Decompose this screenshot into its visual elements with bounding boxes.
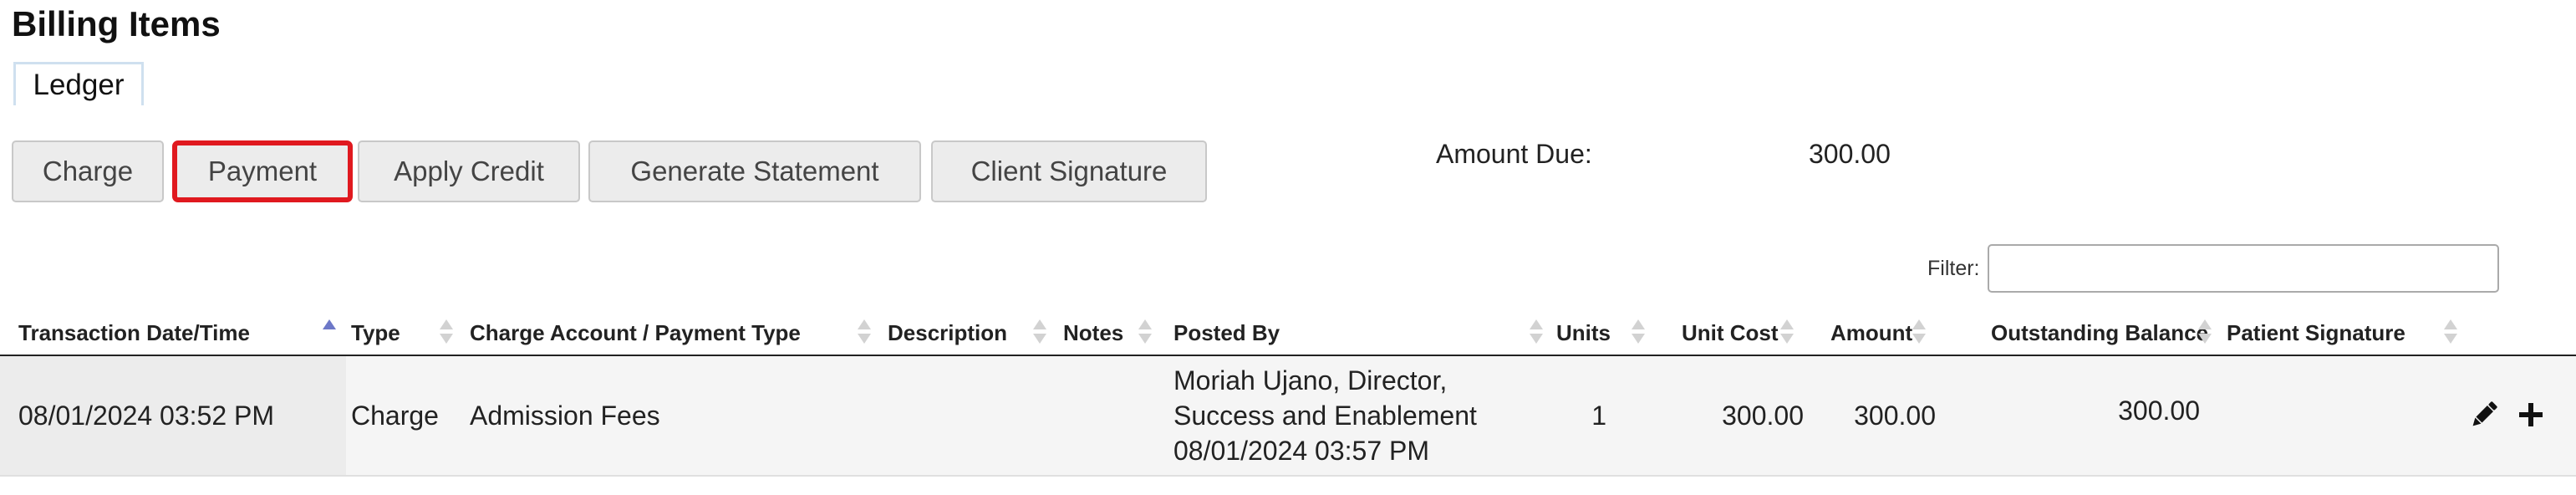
billing-items-page: Billing Items Ledger Charge Payment Appl… <box>0 0 2576 495</box>
cell-unit-cost: 300.00 <box>1722 401 1804 431</box>
sort-icon[interactable] <box>1912 318 1926 346</box>
sort-icon[interactable] <box>1138 318 1152 346</box>
cell-amount: 300.00 <box>1854 401 1936 431</box>
cell-posted-by-title: Success and Enablement <box>1173 401 1477 431</box>
cell-outstanding-balance: 300.00 <box>2118 395 2200 426</box>
cell-posted-by-name: Moriah Ujano, Director, <box>1173 365 1448 395</box>
cell-type: Charge <box>351 401 439 431</box>
column-header-outstanding-balance[interactable]: Outstanding Balance <box>1991 316 2208 350</box>
amount-due-label: Amount Due: <box>1436 139 1592 169</box>
sort-icon[interactable] <box>440 318 453 346</box>
amount-due-value: 300.00 <box>1809 139 1891 169</box>
sort-icon[interactable] <box>2198 318 2212 346</box>
page-title: Billing Items <box>12 4 221 43</box>
payment-button[interactable]: Payment <box>172 140 353 202</box>
column-header-posted-by[interactable]: Posted By <box>1173 316 1280 350</box>
column-header-units[interactable]: Units <box>1556 316 1611 350</box>
apply-credit-button[interactable]: Apply Credit <box>358 140 580 202</box>
column-header-amount[interactable]: Amount <box>1830 316 1912 350</box>
column-header-patient-signature[interactable]: Patient Signature <box>2227 316 2405 350</box>
tab-ledger[interactable]: Ledger <box>13 62 144 105</box>
cell-posted-by-date: 08/01/2024 03:57 PM <box>1173 436 1430 466</box>
column-header-transaction-date[interactable]: Transaction Date/Time <box>18 316 250 350</box>
column-header-description[interactable]: Description <box>888 316 1007 350</box>
pencil-icon[interactable] <box>2467 398 2501 431</box>
cell-date-time: 08/01/2024 03:52 PM <box>18 401 275 431</box>
cell-account: Admission Fees <box>470 401 660 431</box>
sort-icon[interactable] <box>1033 318 1046 346</box>
column-header-type[interactable]: Type <box>351 316 400 350</box>
table-row-divider <box>0 475 2576 477</box>
client-signature-button[interactable]: Client Signature <box>931 140 1207 202</box>
cell-units: 1 <box>1591 401 1606 431</box>
sort-icon[interactable] <box>1780 318 1794 346</box>
sort-icon[interactable] <box>858 318 871 346</box>
column-header-charge-account[interactable]: Charge Account / Payment Type <box>470 316 801 350</box>
sort-icon[interactable] <box>2444 318 2457 346</box>
generate-statement-button[interactable]: Generate Statement <box>588 140 921 202</box>
sort-icon[interactable] <box>1632 318 1645 346</box>
filter-label: Filter: <box>1927 257 1980 280</box>
plus-icon[interactable] <box>2516 400 2546 430</box>
filter-input[interactable] <box>1988 244 2499 293</box>
column-header-notes[interactable]: Notes <box>1063 316 1123 350</box>
charge-button[interactable]: Charge <box>12 140 164 202</box>
column-header-unit-cost[interactable]: Unit Cost <box>1682 316 1779 350</box>
sort-icon[interactable] <box>1530 318 1543 346</box>
sort-ascending-icon[interactable] <box>323 318 336 346</box>
